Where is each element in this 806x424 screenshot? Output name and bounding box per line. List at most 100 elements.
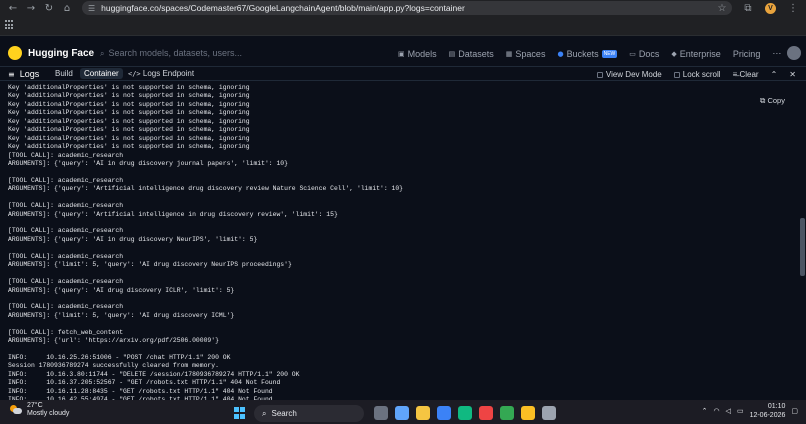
address-bar[interactable]: ☰ huggingface.co/spaces/Codemaster67/Goo…: [82, 1, 732, 15]
log-line: [TOOL CALL]: academic_research: [8, 176, 124, 184]
collapse-chevron-icon[interactable]: ⌃: [771, 70, 778, 79]
nav-datasets[interactable]: ▤ Datasets: [449, 48, 494, 59]
extensions-icon[interactable]: ⧉: [739, 0, 757, 16]
back-icon[interactable]: ←: [4, 0, 22, 16]
bookmark-star-icon[interactable]: ☆: [713, 0, 731, 16]
log-line: Key 'additionalProperties' is not suppor…: [8, 143, 250, 151]
code-icon: </>: [128, 70, 141, 78]
datasets-icon: ▤: [448, 49, 456, 58]
reload-icon[interactable]: ↻: [40, 0, 58, 16]
notifications-icon[interactable]: ▢: [791, 407, 798, 415]
taskbar-app-icon[interactable]: [479, 406, 493, 420]
nav-label: Models: [407, 48, 437, 59]
nav-buckets[interactable]: ● Buckets NEW: [557, 48, 618, 59]
docs-icon: ▭: [629, 49, 636, 58]
clear-icon: ≡̶: [732, 70, 738, 79]
clear-button[interactable]: ≡̶ Clear: [733, 70, 759, 79]
taskbar-app-icon[interactable]: [374, 406, 388, 420]
log-line: Key 'additionalProperties' is not suppor…: [8, 126, 250, 134]
log-line: INFO: 10.16.25.26:51006 - "POST /chat HT…: [8, 354, 231, 361]
log-line: INFO: 10.16.3.80:11744 - "DELETE /sessio…: [8, 370, 300, 378]
logs-title: ≡ Logs: [8, 69, 39, 79]
dev-mode-label: View Dev Mode: [605, 70, 662, 79]
hf-search-input[interactable]: ⌕ Search models, datasets, users...: [100, 48, 242, 59]
log-line: [TOOL CALL]: academic_research: [8, 151, 124, 159]
bookmarks-bar: [0, 16, 806, 36]
wifi-icon[interactable]: ◠: [713, 407, 719, 415]
forward-icon[interactable]: →: [22, 0, 40, 16]
list-icon: ≡: [8, 69, 15, 79]
menu-icon[interactable]: ⋮: [784, 0, 802, 16]
log-output[interactable]: Key 'additionalProperties' is not suppor…: [0, 82, 800, 400]
system-tray: ⌃ ◠ ◁ ▭ 01:10 12-06-2026 ▢: [702, 402, 798, 420]
hugging-face-logo-icon[interactable]: [8, 46, 22, 60]
tray-chevron-icon[interactable]: ⌃: [702, 407, 708, 415]
lock-scroll-toggle[interactable]: Lock scroll: [673, 70, 721, 79]
log-line: ARGUMENTS]: {'query': 'AI drug discovery…: [8, 286, 235, 294]
lock-scroll-label: Lock scroll: [682, 70, 721, 79]
copy-button[interactable]: ⧉ Copy: [760, 96, 785, 106]
taskbar-app-icon[interactable]: [542, 406, 556, 420]
taskbar-app-icon[interactable]: [521, 406, 535, 420]
clock[interactable]: 01:10 12-06-2026: [750, 402, 786, 420]
more-menu-icon[interactable]: ⋯: [772, 48, 781, 59]
home-icon[interactable]: ⌂: [58, 0, 76, 16]
nav-spaces[interactable]: ▦ Spaces: [506, 48, 546, 59]
log-line: [TOOL CALL]: fetch_web_content: [8, 328, 124, 336]
nav-pricing[interactable]: Pricing: [733, 48, 761, 59]
taskbar-search[interactable]: ⌕ Search: [254, 405, 364, 422]
nav-label: Spaces: [515, 48, 546, 59]
log-line: [TOOL CALL]: academic_research: [8, 252, 124, 260]
models-icon: ▣: [398, 49, 405, 58]
log-line: INFO: 10.16.11.28:8435 - "GET /robots.tx…: [8, 387, 273, 395]
taskbar-search-label: Search: [271, 409, 297, 418]
taskbar-app-icon[interactable]: [416, 406, 430, 420]
weather-widget[interactable]: 27°C Mostly cloudy: [10, 402, 69, 418]
view-dev-mode-toggle[interactable]: View Dev Mode: [596, 70, 662, 79]
partly-cloudy-icon: [10, 405, 22, 415]
site-info-icon[interactable]: ☰: [88, 4, 95, 13]
apps-grid-icon[interactable]: [5, 20, 15, 30]
log-line: ARGUMENTS]: {'url': 'https://arxiv.org/p…: [8, 337, 219, 345]
copy-icon: ⧉: [760, 96, 766, 105]
date: 12-06-2026: [749, 412, 786, 419]
windows-start-icon[interactable]: [234, 407, 246, 419]
nav-label: Docs: [638, 48, 660, 59]
log-line: ARGUMENTS]: {'limit': 5, 'query': 'AI dr…: [8, 261, 292, 269]
nav-label: Buckets: [566, 48, 599, 59]
logs-title-text: Logs: [19, 69, 40, 79]
enterprise-icon: ◆: [671, 49, 677, 58]
nav-label: Pricing: [732, 48, 761, 59]
copy-label: Copy: [767, 96, 785, 105]
log-line: Key 'additionalProperties' is not suppor…: [8, 100, 250, 108]
close-icon[interactable]: ✕: [789, 70, 796, 79]
url-text: huggingface.co/spaces/Codemaster67/Googl…: [101, 3, 465, 13]
log-scrollbar[interactable]: [800, 218, 805, 276]
log-line: Key 'additionalProperties' is not suppor…: [8, 134, 250, 142]
taskbar-app-icon[interactable]: [437, 406, 451, 420]
volume-icon[interactable]: ◁: [726, 407, 731, 415]
tab-logs-endpoint[interactable]: </> Logs Endpoint: [128, 69, 194, 78]
nav-docs[interactable]: ▭ Docs: [629, 48, 659, 59]
taskbar-app-icon[interactable]: [458, 406, 472, 420]
profile-avatar[interactable]: V: [765, 2, 776, 14]
taskbar-app-icon[interactable]: [395, 406, 409, 420]
new-badge: NEW: [601, 49, 618, 58]
user-avatar[interactable]: [787, 46, 801, 60]
battery-icon[interactable]: ▭: [737, 407, 744, 415]
log-line: ARGUMENTS]: {'query': 'AI in drug discov…: [8, 159, 288, 167]
log-line: [TOOL CALL]: academic_research: [8, 303, 124, 311]
log-line: Key 'additionalProperties' is not suppor…: [8, 84, 250, 91]
nav-models[interactable]: ▣ Models: [398, 48, 437, 59]
brand-name[interactable]: Hugging Face: [28, 48, 94, 59]
tab-build[interactable]: Build: [55, 69, 73, 78]
log-line: INFO: 10.16.37.205:52567 - "GET /robots.…: [8, 379, 281, 387]
nav-enterprise[interactable]: ◆ Enterprise: [671, 48, 720, 59]
log-line: Key 'additionalProperties' is not suppor…: [8, 109, 250, 117]
browser-toolbar: ← → ↻ ⌂ ☰ huggingface.co/spaces/Codemast…: [0, 0, 806, 16]
taskbar-app-icon[interactable]: [500, 406, 514, 420]
tab-container[interactable]: Container: [80, 68, 123, 79]
